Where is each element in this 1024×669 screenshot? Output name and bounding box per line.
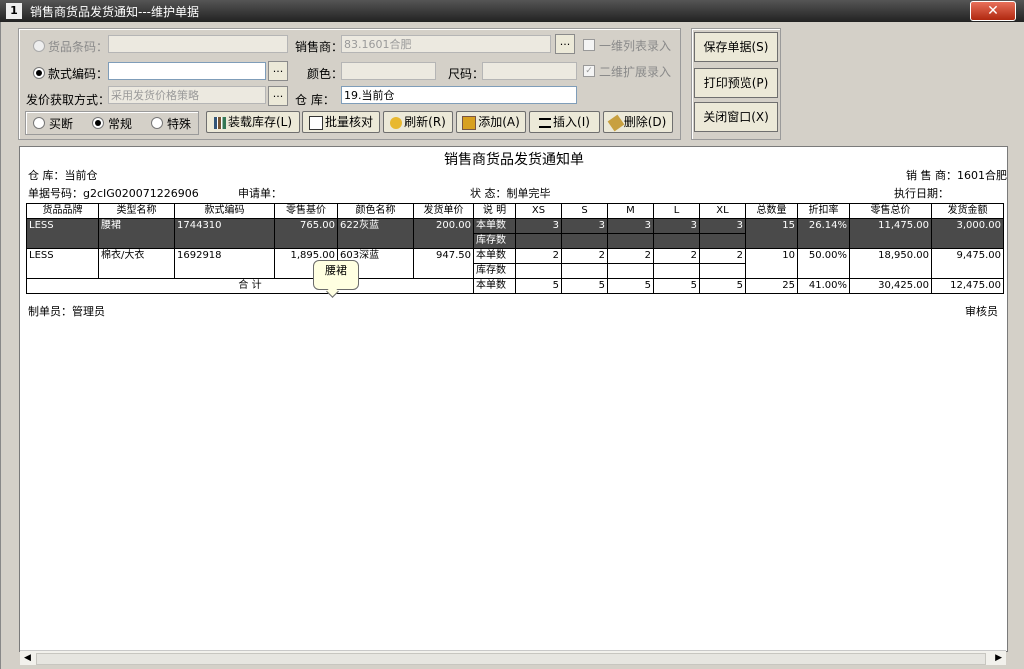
col-l: L	[653, 203, 700, 219]
col-brand: 货品品牌	[26, 203, 99, 219]
report-doc-no: 单据号码：g2cIG020071226906	[28, 187, 199, 200]
close-window-icon[interactable]: ✕	[970, 1, 1016, 21]
report-maker: 制单员：管理员	[28, 305, 105, 318]
scroll-thumb[interactable]	[36, 653, 986, 665]
price-method-picker-button[interactable]: ...	[268, 86, 288, 106]
save-button[interactable]: 保存单据(S)	[694, 32, 778, 62]
col-color: 颜色名称	[337, 203, 414, 219]
table-sum-row: 合 计 本单数 5 5 5 5 5 25 41.00% 30,425.00 12…	[26, 278, 1004, 294]
load-stock-label: 装载库存(L)	[227, 115, 293, 129]
warehouse-input[interactable]: 19.当前仓	[341, 86, 577, 104]
report-exec-date: 执行日期：	[894, 187, 949, 200]
table-row[interactable]: LESS 腰裙 1744310 765.00 622灰蓝 200.00 本单数 …	[26, 218, 1004, 249]
barcode-radio[interactable]	[33, 40, 45, 52]
report-table: 货品品牌 类型名称 款式编码 零售基价 颜色名称 发货单价 说 明 XS S M…	[26, 203, 1004, 294]
col-s: S	[561, 203, 608, 219]
app-icon: 1	[6, 3, 22, 19]
check-doc-icon	[308, 115, 323, 130]
dealer-label: 销售商：	[295, 40, 344, 54]
col-m: M	[607, 203, 654, 219]
add-icon	[462, 115, 477, 130]
style-code-label: 款式编码：	[48, 67, 109, 81]
title-bar: 1 销售商货品发货通知---维护单据 ✕	[0, 0, 1024, 22]
col-total: 总数量	[745, 203, 798, 219]
col-retail-total: 零售总价	[849, 203, 932, 219]
col-code: 款式编码	[174, 203, 275, 219]
window-title: 销售商货品发货通知---维护单据	[30, 5, 199, 19]
report-warehouse: 仓 库：当前仓	[28, 169, 98, 182]
eraser-icon	[607, 114, 625, 131]
load-stock-button[interactable]: 装载库存(L)	[206, 111, 300, 133]
add-button[interactable]: 添加(A)	[456, 111, 526, 133]
barcode-label: 货品条码：	[48, 40, 109, 54]
batch-check-label: 批量核对	[324, 115, 373, 129]
dealer-input[interactable]: 83.1601合肥	[341, 35, 551, 53]
cell-tooltip: 腰裙	[313, 260, 359, 290]
two-dim-label: 二维扩展录入	[599, 65, 672, 79]
print-preview-button[interactable]: 打印预览(P)	[694, 68, 778, 98]
report-title: 销售商货品发货通知单	[444, 152, 584, 168]
report-dealer: 销 售 商：1601合肥	[906, 169, 1007, 182]
one-dim-label: 一维列表录入	[599, 39, 672, 53]
insert-button[interactable]: 插入(I)	[529, 111, 600, 133]
report-request: 申请单：	[238, 187, 282, 200]
price-type-buyout-radio[interactable]	[33, 117, 45, 129]
insert-icon	[539, 117, 552, 128]
batch-check-button[interactable]: 批量核对	[302, 111, 380, 133]
price-type-special-label: 特殊	[167, 117, 192, 131]
price-type-normal-label: 常规	[108, 117, 133, 131]
price-method-label: 发价获取方式：	[26, 93, 111, 107]
delete-button[interactable]: 删除(D)	[603, 111, 673, 133]
warehouse-label: 仓 库：	[295, 93, 335, 107]
report-preview: 销售商货品发货通知单 仓 库：当前仓 销 售 商：1601合肥 单据号码：g2c…	[19, 146, 1008, 652]
col-discount: 折扣率	[797, 203, 850, 219]
dealer-picker-button[interactable]: ...	[555, 34, 575, 54]
style-code-input[interactable]	[108, 62, 266, 80]
col-xs: XS	[515, 203, 562, 219]
col-note: 说 明	[473, 203, 516, 219]
stock-icon	[213, 116, 226, 129]
price-method-input[interactable]: 采用发货价格策略	[108, 86, 266, 104]
size-input[interactable]	[482, 62, 577, 80]
close-window-button[interactable]: 关闭窗口(X)	[694, 102, 778, 132]
col-amount: 发货金额	[931, 203, 1004, 219]
scroll-left-icon[interactable]: ◀	[24, 653, 31, 663]
col-unit-price: 发货单价	[413, 203, 474, 219]
refresh-button[interactable]: 刷新(R)	[383, 111, 453, 133]
table-header: 货品品牌 类型名称 款式编码 零售基价 颜色名称 发货单价 说 明 XS S M…	[26, 203, 1004, 219]
refresh-label: 刷新(R)	[404, 115, 446, 129]
add-label: 添加(A)	[478, 115, 520, 129]
one-dim-checkbox[interactable]	[583, 39, 595, 51]
report-auditor: 审核员	[965, 305, 998, 318]
size-label: 尺码：	[448, 67, 485, 81]
refresh-icon	[390, 116, 403, 129]
price-type-special-radio[interactable]	[151, 117, 163, 129]
insert-label: 插入(I)	[553, 115, 590, 129]
scroll-right-icon[interactable]: ▶	[995, 653, 1002, 663]
horizontal-scrollbar[interactable]: ◀ ▶	[20, 650, 1006, 665]
price-type-buyout-label: 买断	[49, 117, 74, 131]
col-retail-price: 零售基价	[274, 203, 338, 219]
color-label: 颜色：	[307, 67, 344, 81]
col-type: 类型名称	[98, 203, 175, 219]
col-xl: XL	[699, 203, 746, 219]
barcode-input[interactable]	[108, 35, 288, 53]
style-code-radio[interactable]	[33, 67, 45, 79]
report-status: 状 态：制单完毕	[470, 187, 551, 200]
style-code-picker-button[interactable]: ...	[268, 61, 288, 81]
two-dim-checkbox[interactable]: ✓	[583, 65, 595, 77]
color-input[interactable]	[341, 62, 436, 80]
table-row[interactable]: LESS 棉衣/大衣 1692918 1,895.00 603深蓝 947.50…	[26, 248, 1004, 279]
price-type-normal-radio[interactable]	[92, 117, 104, 129]
delete-label: 删除(D)	[623, 115, 667, 129]
